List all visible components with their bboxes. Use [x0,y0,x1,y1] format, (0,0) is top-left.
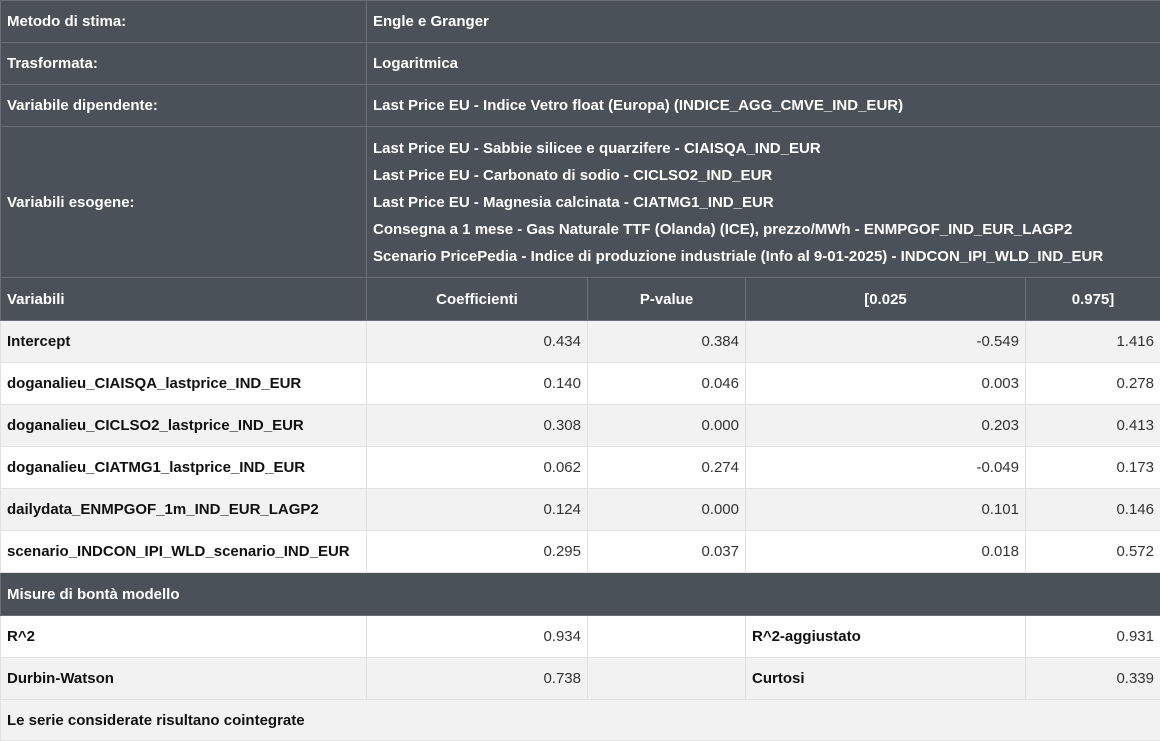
goodness-section-header: Misure di bontà modello [1,573,1160,616]
goodness-row: R^2 0.934 R^2-aggiustato 0.931 [1,616,1160,658]
metric-label: Durbin-Watson [1,658,367,700]
metric-label: R^2-aggiustato [746,616,1026,658]
ci-low: 0.203 [746,405,1026,447]
ci-high: 0.572 [1026,531,1160,573]
ci-high: 0.146 [1026,489,1160,531]
header-ci-high: 0.975] [1026,278,1160,321]
coefficient: 0.062 [367,447,588,489]
p-value: 0.037 [588,531,746,573]
header-coefficienti: Coefficienti [367,278,588,321]
table-row: scenario_INDCON_IPI_WLD_scenario_IND_EUR… [1,531,1160,573]
coefficient: 0.140 [367,363,588,405]
method-row: Metodo di stima: Engle e Granger [1,1,1160,43]
transform-value: Logaritmica [367,43,1160,85]
metric-value: 0.931 [1026,616,1160,658]
table-row: dailydata_ENMPGOF_1m_IND_EUR_LAGP2 0.124… [1,489,1160,531]
p-value: 0.000 [588,489,746,531]
p-value: 0.046 [588,363,746,405]
cointegration-result: Le serie considerate risultano cointegra… [1,700,1160,741]
dependent-value: Last Price EU - Indice Vetro float (Euro… [367,85,1160,127]
variable-name: doganalieu_CICLSO2_lastprice_IND_EUR [1,405,367,447]
metric-value: 0.339 [1026,658,1160,700]
table-header-row: Variabili Coefficienti P-value [0.025 0.… [1,278,1160,321]
metric-label: R^2 [1,616,367,658]
ci-low: 0.003 [746,363,1026,405]
method-value: Engle e Granger [367,1,1160,43]
coefficient: 0.124 [367,489,588,531]
exogenous-row: Variabili esogene: Last Price EU - Sabbi… [1,127,1160,278]
dependent-row: Variabile dipendente: Last Price EU - In… [1,85,1160,127]
coefficient: 0.434 [367,321,588,363]
variable-name: scenario_INDCON_IPI_WLD_scenario_IND_EUR [1,531,367,573]
p-value: 0.000 [588,405,746,447]
ci-low: -0.049 [746,447,1026,489]
header-variabili: Variabili [1,278,367,321]
exogenous-label: Variabili esogene: [1,127,367,278]
ci-high: 0.413 [1026,405,1160,447]
goodness-title: Misure di bontà modello [1,573,1160,616]
variable-name: doganalieu_CIATMG1_lastprice_IND_EUR [1,447,367,489]
dependent-label: Variabile dipendente: [1,85,367,127]
ci-high: 1.416 [1026,321,1160,363]
exogenous-value: Scenario PricePedia - Indice di produzio… [373,243,1154,270]
table-row: doganalieu_CIAISQA_lastprice_IND_EUR 0.1… [1,363,1160,405]
regression-table: Metodo di stima: Engle e Granger Trasfor… [0,0,1160,741]
coefficient: 0.295 [367,531,588,573]
cointegration-result-row: Le serie considerate risultano cointegra… [1,700,1160,741]
metric-value: 0.738 [367,658,588,700]
empty-cell [588,616,746,658]
variable-name: doganalieu_CIAISQA_lastprice_IND_EUR [1,363,367,405]
coefficient: 0.308 [367,405,588,447]
ci-low: 0.018 [746,531,1026,573]
variable-name: dailydata_ENMPGOF_1m_IND_EUR_LAGP2 [1,489,367,531]
method-label: Metodo di stima: [1,1,367,43]
table-row: doganalieu_CICLSO2_lastprice_IND_EUR 0.3… [1,405,1160,447]
exogenous-value: Last Price EU - Magnesia calcinata - CIA… [373,189,1154,216]
ci-high: 0.173 [1026,447,1160,489]
header-p-value: P-value [588,278,746,321]
p-value: 0.274 [588,447,746,489]
metric-label: Curtosi [746,658,1026,700]
table-row: Intercept 0.434 0.384 -0.549 1.416 [1,321,1160,363]
exogenous-value: Consegna a 1 mese - Gas Naturale TTF (Ol… [373,216,1154,243]
table-row: doganalieu_CIATMG1_lastprice_IND_EUR 0.0… [1,447,1160,489]
transform-label: Trasformata: [1,43,367,85]
p-value: 0.384 [588,321,746,363]
ci-high: 0.278 [1026,363,1160,405]
variable-name: Intercept [1,321,367,363]
header-ci-low: [0.025 [746,278,1026,321]
exogenous-value: Last Price EU - Sabbie silicee e quarzif… [373,135,1154,162]
goodness-row: Durbin-Watson 0.738 Curtosi 0.339 [1,658,1160,700]
ci-low: 0.101 [746,489,1026,531]
empty-cell [588,658,746,700]
transform-row: Trasformata: Logaritmica [1,43,1160,85]
exogenous-value: Last Price EU - Carbonato di sodio - CIC… [373,162,1154,189]
ci-low: -0.549 [746,321,1026,363]
exogenous-values: Last Price EU - Sabbie silicee e quarzif… [367,127,1160,278]
metric-value: 0.934 [367,616,588,658]
